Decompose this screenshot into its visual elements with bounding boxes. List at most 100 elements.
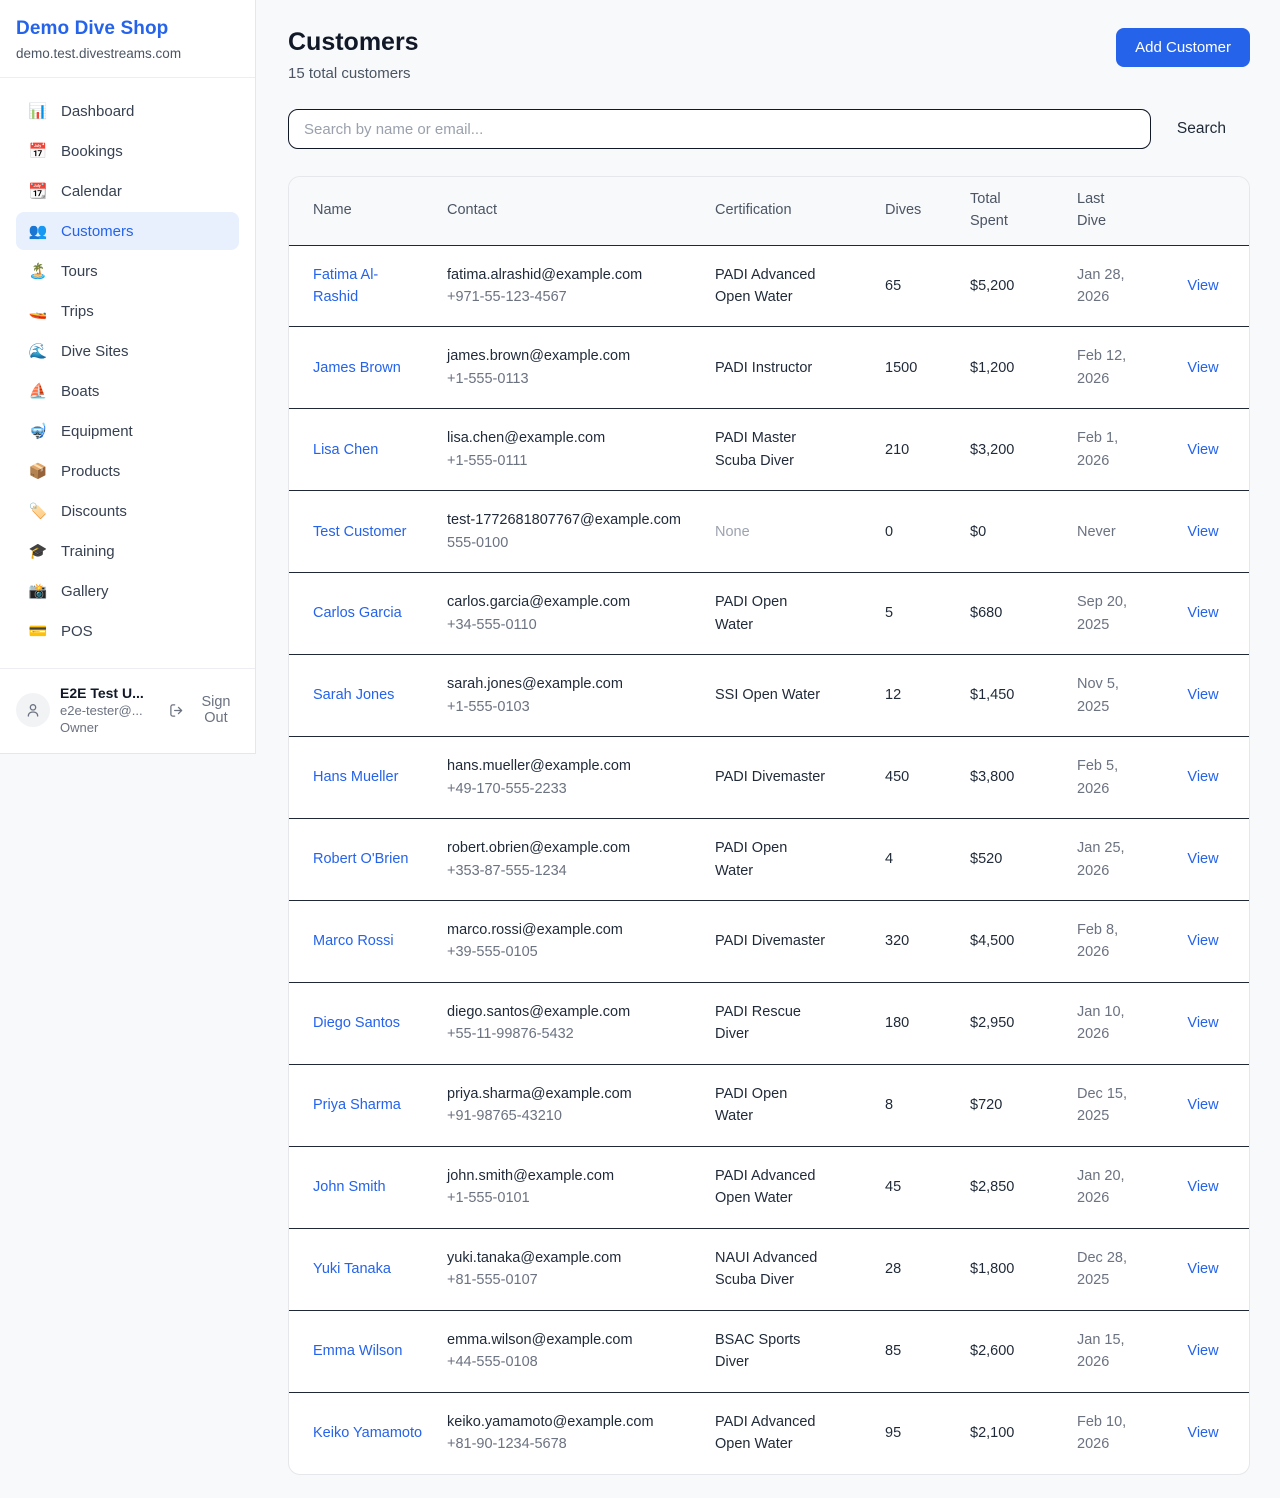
view-customer-link[interactable]: View xyxy=(1187,687,1218,703)
customer-certification: PADI Advanced Open Water xyxy=(715,267,816,305)
customer-total-spent: $3,800 xyxy=(958,737,1065,819)
customer-name-link[interactable]: Marco Rossi xyxy=(313,933,394,949)
view-customer-link[interactable]: View xyxy=(1187,1425,1218,1441)
sidebar-item-label: Tours xyxy=(61,263,98,280)
customer-email: priya.sharma@example.com xyxy=(447,1083,691,1105)
sidebar-item-gallery[interactable]: 📸 Gallery xyxy=(16,572,239,610)
customer-dives: 4 xyxy=(873,819,958,901)
search-input[interactable] xyxy=(288,109,1151,149)
view-customer-link[interactable]: View xyxy=(1187,360,1218,376)
add-customer-button[interactable]: Add Customer xyxy=(1116,28,1250,67)
column-header-name: Name xyxy=(289,177,435,245)
sidebar-item-calendar[interactable]: 📆 Calendar xyxy=(16,172,239,210)
customer-last-dive: Jan 25, 2026 xyxy=(1065,819,1165,901)
customer-dives: 0 xyxy=(873,491,958,573)
customer-email: robert.obrien@example.com xyxy=(447,837,691,859)
customer-email: john.smith@example.com xyxy=(447,1165,691,1187)
view-customer-link[interactable]: View xyxy=(1187,1179,1218,1195)
sidebar-item-trips[interactable]: 🚤 Trips xyxy=(16,292,239,330)
training-icon: 🎓 xyxy=(28,542,48,560)
sidebar: Demo Dive Shop demo.test.divestreams.com… xyxy=(0,0,256,754)
customer-total-spent: $720 xyxy=(958,1064,1065,1146)
view-customer-link[interactable]: View xyxy=(1187,769,1218,785)
customer-name-link[interactable]: Robert O'Brien xyxy=(313,851,408,867)
view-customer-link[interactable]: View xyxy=(1187,278,1218,294)
search-button[interactable]: Search xyxy=(1151,120,1250,138)
page-title: Customers xyxy=(288,28,419,57)
customer-name-link[interactable]: Test Customer xyxy=(313,524,406,540)
customer-name-link[interactable]: Fatima Al-Rashid xyxy=(313,267,378,305)
customer-last-dive: Feb 5, 2026 xyxy=(1065,737,1165,819)
sidebar-item-training[interactable]: 🎓 Training xyxy=(16,532,239,570)
view-customer-link[interactable]: View xyxy=(1187,605,1218,621)
customer-name-link[interactable]: Emma Wilson xyxy=(313,1343,402,1359)
customer-email: emma.wilson@example.com xyxy=(447,1329,691,1351)
sidebar-item-dashboard[interactable]: 📊 Dashboard xyxy=(16,92,239,130)
view-customer-link[interactable]: View xyxy=(1187,1015,1218,1031)
sidebar-item-products[interactable]: 📦 Products xyxy=(16,452,239,490)
table-row: Keiko Yamamoto keiko.yamamoto@example.co… xyxy=(289,1392,1249,1473)
sidebar-item-customers[interactable]: 👥 Customers xyxy=(16,212,239,250)
customer-email: yuki.tanaka@example.com xyxy=(447,1247,691,1269)
customer-name-link[interactable]: John Smith xyxy=(313,1179,386,1195)
sidebar-item-bookings[interactable]: 📅 Bookings xyxy=(16,132,239,170)
customer-email: diego.santos@example.com xyxy=(447,1001,691,1023)
customer-dives: 12 xyxy=(873,655,958,737)
customer-dives: 5 xyxy=(873,573,958,655)
view-customer-link[interactable]: View xyxy=(1187,1261,1218,1277)
customers-table-card: Name Contact Certification Dives Total S… xyxy=(288,176,1250,1475)
calendar-icon: 📆 xyxy=(28,182,48,200)
customer-total-spent: $1,800 xyxy=(958,1228,1065,1310)
column-header-contact: Contact xyxy=(435,177,703,245)
view-customer-link[interactable]: View xyxy=(1187,933,1218,949)
table-row: Yuki Tanaka yuki.tanaka@example.com +81-… xyxy=(289,1228,1249,1310)
customer-email: marco.rossi@example.com xyxy=(447,919,691,941)
customer-name-link[interactable]: James Brown xyxy=(313,360,401,376)
customer-certification: NAUI Advanced Scuba Diver xyxy=(715,1250,817,1288)
customer-phone: +49-170-555-2233 xyxy=(447,778,691,800)
user-role: Owner xyxy=(60,720,157,735)
sign-out-button[interactable]: Sign Out xyxy=(169,694,241,726)
table-row: Test Customer test-1772681807767@example… xyxy=(289,491,1249,573)
sidebar-item-equipment[interactable]: 🤿 Equipment xyxy=(16,412,239,450)
sidebar-item-boats[interactable]: ⛵ Boats xyxy=(16,372,239,410)
column-header-last-dive: Last Dive xyxy=(1065,177,1165,245)
view-customer-link[interactable]: View xyxy=(1187,442,1218,458)
customer-certification: PADI Advanced Open Water xyxy=(715,1168,816,1206)
customer-count: 15 total customers xyxy=(288,65,419,82)
customer-total-spent: $520 xyxy=(958,819,1065,901)
customer-name-link[interactable]: Priya Sharma xyxy=(313,1097,401,1113)
boats-icon: ⛵ xyxy=(28,382,48,400)
customers-table: Name Contact Certification Dives Total S… xyxy=(289,177,1249,1474)
sidebar-item-discounts[interactable]: 🏷️ Discounts xyxy=(16,492,239,530)
customer-name-link[interactable]: Hans Mueller xyxy=(313,769,398,785)
avatar xyxy=(16,693,50,727)
customer-dives: 65 xyxy=(873,245,958,327)
sidebar-item-label: Dive Sites xyxy=(61,343,129,360)
sidebar-item-tours[interactable]: 🏝️ Tours xyxy=(16,252,239,290)
table-row: John Smith john.smith@example.com +1-555… xyxy=(289,1146,1249,1228)
customer-name-link[interactable]: Yuki Tanaka xyxy=(313,1261,391,1277)
sidebar-item-label: Trips xyxy=(61,303,94,320)
view-customer-link[interactable]: View xyxy=(1187,1343,1218,1359)
sidebar-item-label: Dashboard xyxy=(61,103,134,120)
sidebar-item-label: Calendar xyxy=(61,183,122,200)
customer-name-link[interactable]: Sarah Jones xyxy=(313,687,394,703)
sidebar-item-label: Gallery xyxy=(61,583,109,600)
column-header-total-spent: Total Spent xyxy=(958,177,1065,245)
customer-name-link[interactable]: Diego Santos xyxy=(313,1015,400,1031)
view-customer-link[interactable]: View xyxy=(1187,524,1218,540)
table-row: Priya Sharma priya.sharma@example.com +9… xyxy=(289,1064,1249,1146)
customer-name-link[interactable]: Keiko Yamamoto xyxy=(313,1425,422,1441)
sidebar-item-pos[interactable]: 💳 POS xyxy=(16,612,239,650)
table-row: Sarah Jones sarah.jones@example.com +1-5… xyxy=(289,655,1249,737)
customer-certification: PADI Instructor xyxy=(715,360,812,376)
customer-name-link[interactable]: Carlos Garcia xyxy=(313,605,402,621)
search-row: Search xyxy=(288,109,1250,149)
view-customer-link[interactable]: View xyxy=(1187,1097,1218,1113)
customer-total-spent: $1,200 xyxy=(958,327,1065,409)
customer-name-link[interactable]: Lisa Chen xyxy=(313,442,378,458)
user-icon xyxy=(25,702,41,718)
sidebar-item-dive-sites[interactable]: 🌊 Dive Sites xyxy=(16,332,239,370)
view-customer-link[interactable]: View xyxy=(1187,851,1218,867)
